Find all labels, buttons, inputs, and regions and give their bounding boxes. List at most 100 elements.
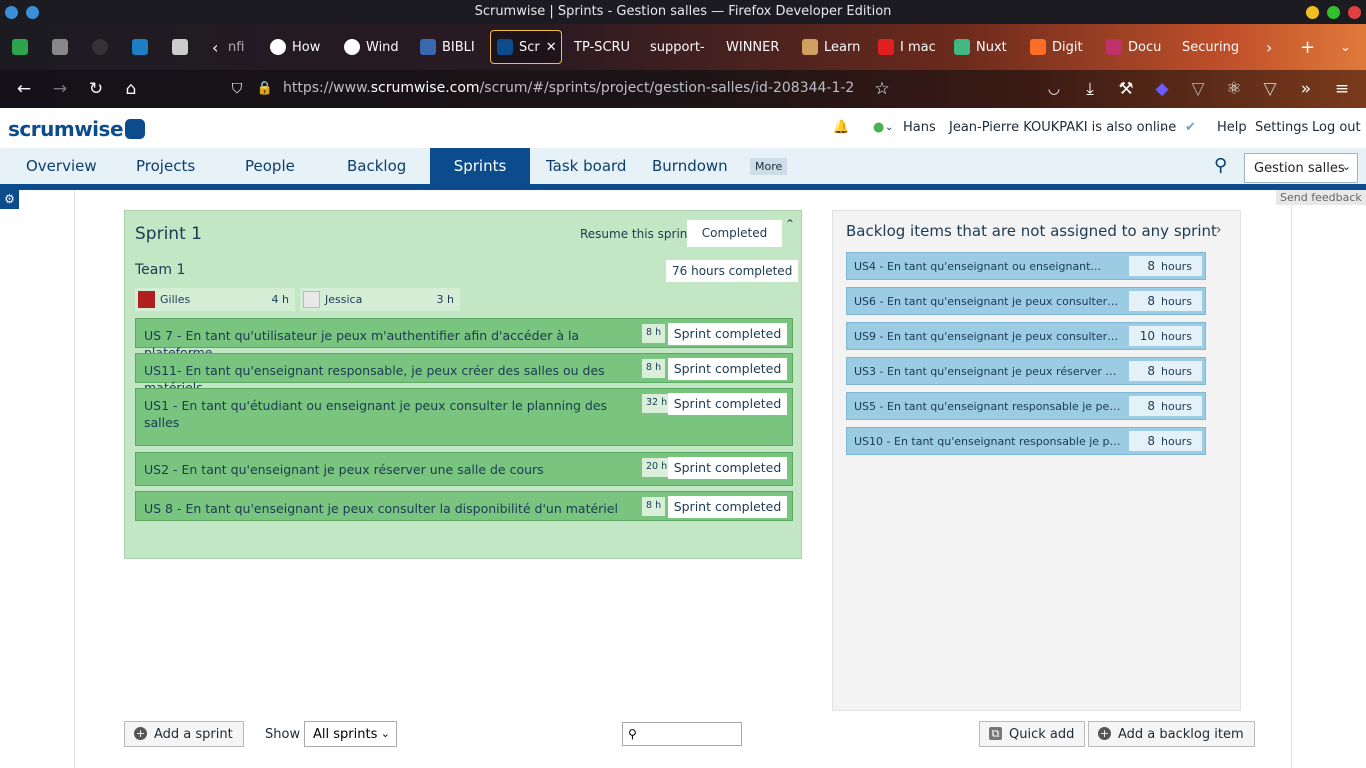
browser-tab[interactable]: support- [644, 30, 706, 64]
github-icon [92, 39, 108, 55]
bookmark-star-icon[interactable]: ☆ [871, 79, 893, 101]
search-input[interactable]: ⚲ [622, 722, 742, 746]
tab-favicon-icon [132, 39, 148, 55]
user-menu-chevron-icon[interactable]: ⌄ [885, 122, 893, 133]
bell-icon[interactable]: 🔔 [833, 120, 849, 135]
help-link[interactable]: Help [1217, 120, 1247, 135]
backlog-item[interactable]: US6 - En tant qu'enseignant je peux cons… [846, 287, 1206, 315]
more-menu-button[interactable]: More [750, 158, 788, 175]
backlog-item[interactable]: US10 - En tant qu'enseignant responsable… [846, 427, 1206, 455]
tab-sprints[interactable]: Sprints [430, 148, 530, 184]
gear-icon[interactable]: ⚙ [0, 190, 19, 209]
browser-tab[interactable] [126, 30, 156, 64]
maximize-button[interactable] [1327, 6, 1340, 19]
browser-tab-active[interactable]: Scr ✕ [490, 30, 562, 64]
backlog-item[interactable]: US4 - En tant qu'enseignant ou enseignan… [846, 252, 1206, 280]
hamburger-menu-icon[interactable]: ≡ [1331, 79, 1353, 101]
logout-link[interactable]: Log out [1312, 120, 1361, 135]
browser-tab[interactable]: Wind [338, 30, 402, 64]
tab-projects[interactable]: Projects [124, 148, 207, 184]
story-hours: 8 h [642, 324, 666, 343]
browser-tab[interactable]: BIBLI [414, 30, 480, 64]
team-member[interactable]: Jessica 3 h [300, 288, 460, 311]
hours-value: 10 [1139, 329, 1155, 343]
story-card[interactable]: US2 - En tant qu'enseignant je peux rése… [135, 452, 793, 486]
backlog-panel-title: Backlog items that are not assigned to a… [846, 222, 1217, 240]
quick-add-button[interactable]: ⧉ Quick add [979, 721, 1086, 747]
sprint-status-badge[interactable]: Completed [687, 220, 782, 247]
list-all-tabs-button[interactable]: ⌄ [1334, 30, 1356, 64]
project-selector[interactable]: Gestion salles ⌄ [1244, 153, 1358, 183]
forward-arrow-icon[interactable]: → [49, 79, 71, 101]
browser-tab[interactable]: Docu [1100, 30, 1164, 64]
minimize-button[interactable] [1306, 6, 1319, 19]
window-titlebar: Scrumwise | Sprints - Gestion salles — F… [0, 0, 1366, 24]
react-devtools-icon[interactable]: ⚛ [1223, 79, 1245, 101]
team-member[interactable]: Gilles 4 h [135, 288, 295, 311]
wrench-icon[interactable]: ⚒ [1115, 79, 1137, 101]
tab-scroll-left-button[interactable]: ‹ [206, 30, 220, 64]
browser-tab[interactable] [86, 30, 116, 64]
vue-devtools-icon[interactable]: ▽ [1187, 79, 1209, 101]
close-tab-icon[interactable]: ✕ [546, 40, 557, 55]
reload-icon[interactable]: ↻ [85, 79, 107, 101]
tab-overview[interactable]: Overview [14, 148, 109, 184]
add-sprint-button[interactable]: + Add a sprint [124, 721, 244, 747]
browser-tab[interactable] [6, 30, 36, 64]
sprint-title[interactable]: Sprint 1 [135, 224, 202, 244]
story-card[interactable]: US 8 - En tant qu'enseignant je peux con… [135, 491, 793, 521]
extension-icon[interactable]: ◆ [1151, 79, 1173, 101]
sprint-filter-select[interactable]: All sprints ⌄ [304, 721, 397, 747]
chevron-down-icon: ⌄ [1341, 160, 1351, 173]
collapse-chevron-icon[interactable]: ⌃ [785, 217, 795, 231]
story-card[interactable]: US 7 - En tant qu'utilisateur je peux m'… [135, 318, 793, 360]
tab-label: Learn [824, 39, 860, 55]
extension-icon[interactable]: ▽ [1259, 79, 1281, 101]
tab-task-board[interactable]: Task board [534, 148, 638, 184]
send-feedback-button[interactable]: Send feedback [1276, 190, 1366, 205]
browser-tab[interactable] [166, 30, 196, 64]
browser-tab[interactable] [46, 30, 76, 64]
resume-sprint-link[interactable]: Resume this sprint [580, 227, 692, 241]
url-prefix: https://www. [283, 80, 371, 96]
browser-tab[interactable]: TP-SCRU [568, 30, 634, 64]
settings-link[interactable]: Settings [1255, 120, 1308, 135]
home-icon[interactable]: ⌂ [120, 79, 142, 101]
current-user[interactable]: Hans [903, 120, 936, 135]
story-hours: 32 h [642, 394, 672, 413]
online-chevron-icon[interactable]: ⌄ [1159, 122, 1167, 133]
browser-tab[interactable]: nfi [222, 30, 254, 64]
tab-people[interactable]: People [233, 148, 307, 184]
tab-backlog[interactable]: Backlog [335, 148, 418, 184]
browser-tab[interactable]: How [264, 30, 328, 64]
scrumwise-logo[interactable]: scrumwise [8, 117, 146, 141]
close-window-button[interactable] [1348, 6, 1361, 19]
check-circle-icon[interactable]: ✔ [1185, 120, 1196, 135]
tab-burndown[interactable]: Burndown [640, 148, 740, 184]
browser-tab[interactable]: Learn [796, 30, 860, 64]
new-tab-button[interactable]: + [1294, 30, 1316, 64]
browser-tab[interactable]: Securing [1176, 30, 1240, 64]
lock-icon[interactable]: 🔒 [254, 79, 276, 101]
story-title: US2 - En tant qu'enseignant je peux rése… [144, 462, 544, 477]
browser-tab[interactable]: Nuxt [948, 30, 1012, 64]
url-bar[interactable]: https://www.scrumwise.com/scrum/#/sprint… [283, 80, 854, 96]
pocket-icon[interactable]: ◡ [1043, 79, 1065, 101]
online-users[interactable]: Jean-Pierre KOUKPAKI is also online [949, 120, 1176, 135]
download-icon[interactable]: ⤓ [1079, 79, 1101, 101]
browser-tab[interactable]: Digit [1024, 30, 1088, 64]
add-backlog-item-button[interactable]: + Add a backlog item [1088, 721, 1255, 747]
backlog-item[interactable]: US3 - En tant qu'enseignant je peux rése… [846, 357, 1206, 385]
shield-icon[interactable]: ⛉ [226, 79, 248, 101]
browser-tab[interactable]: I mac [872, 30, 936, 64]
tab-scroll-right-button[interactable]: › [1260, 30, 1276, 64]
browser-tab[interactable]: WINNER [720, 30, 782, 64]
chevron-right-icon[interactable]: › [1216, 222, 1222, 238]
back-arrow-icon[interactable]: ← [13, 79, 35, 101]
story-card[interactable]: US1 - En tant qu'étudiant ou enseignant … [135, 388, 793, 446]
search-icon[interactable]: ⚲ [1202, 148, 1239, 184]
backlog-item[interactable]: US9 - En tant qu'enseignant je peux cons… [846, 322, 1206, 350]
story-card[interactable]: US11- En tant qu'enseignant responsable,… [135, 353, 793, 395]
backlog-item[interactable]: US5 - En tant qu'enseignant responsable … [846, 392, 1206, 420]
overflow-menu-icon[interactable]: » [1295, 79, 1317, 101]
